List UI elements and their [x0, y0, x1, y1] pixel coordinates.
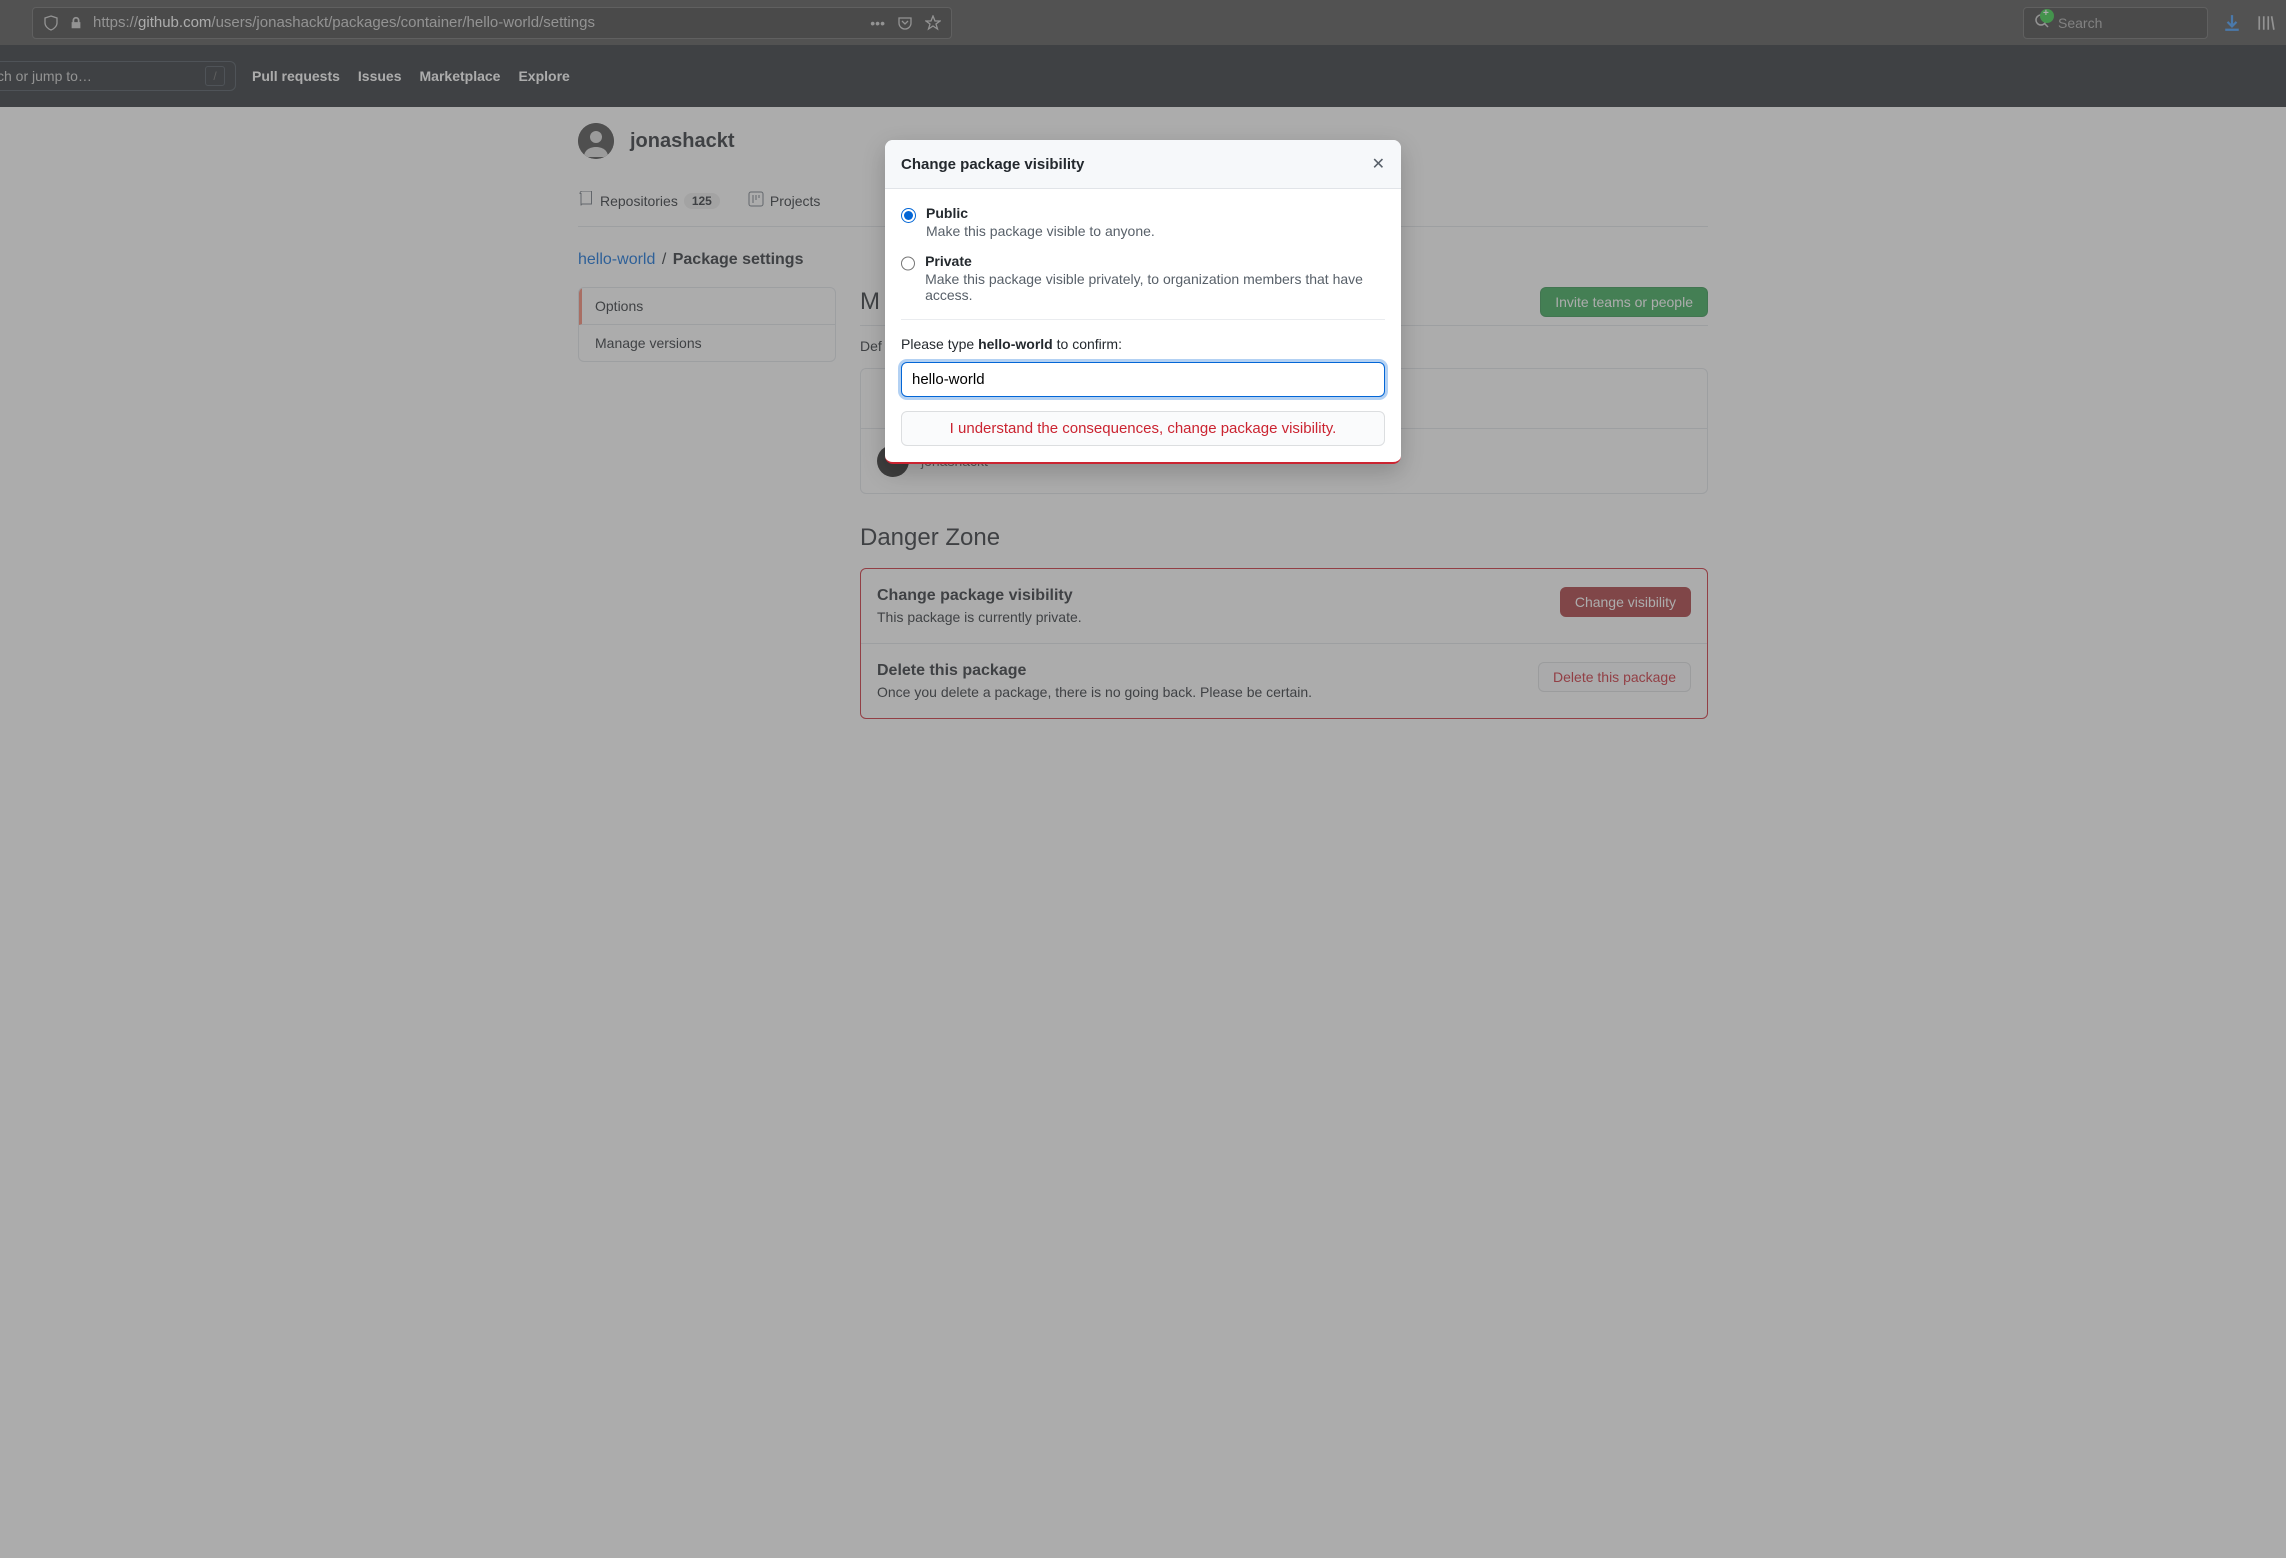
- confirm-instruction: Please type hello-world to confirm:: [901, 336, 1385, 352]
- radio-public[interactable]: [901, 208, 916, 223]
- visibility-radio-group: Public Make this package visible to anyo…: [901, 205, 1385, 320]
- radio-private[interactable]: [901, 256, 915, 271]
- private-label: Private: [925, 253, 1385, 269]
- radio-option-public[interactable]: Public Make this package visible to anyo…: [901, 205, 1385, 239]
- public-desc: Make this package visible to anyone.: [926, 223, 1155, 239]
- private-desc: Make this package visible privately, to …: [925, 271, 1385, 303]
- confirm-visibility-button[interactable]: I understand the consequences, change pa…: [901, 411, 1385, 446]
- close-icon[interactable]: ✕: [1372, 154, 1385, 174]
- modal-title: Change package visibility: [901, 156, 1084, 173]
- modal-overlay[interactable]: Change package visibility ✕ Public Make …: [0, 0, 2286, 1558]
- radio-option-private[interactable]: Private Make this package visible privat…: [901, 253, 1385, 303]
- change-visibility-modal: Change package visibility ✕ Public Make …: [885, 140, 1401, 464]
- confirm-name-input[interactable]: [901, 362, 1385, 397]
- public-label: Public: [926, 205, 1155, 221]
